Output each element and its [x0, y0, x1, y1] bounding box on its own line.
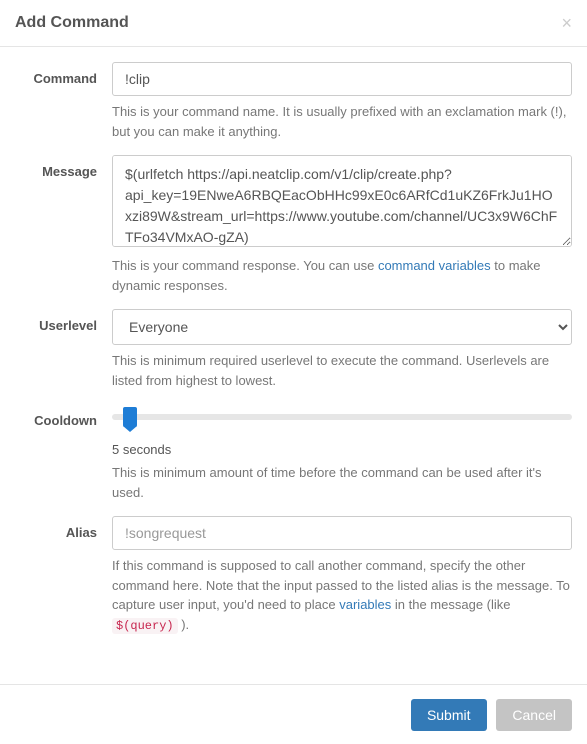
- cooldown-slider[interactable]: [112, 404, 572, 428]
- message-label: Message: [15, 155, 112, 295]
- command-variables-link[interactable]: command variables: [378, 258, 491, 273]
- message-row: Message $(urlfetch https://api.neatclip.…: [15, 155, 572, 295]
- alias-row: Alias If this command is supposed to cal…: [15, 516, 572, 635]
- command-help: This is your command name. It is usually…: [112, 102, 572, 141]
- command-row: Command This is your command name. It is…: [15, 62, 572, 141]
- close-icon[interactable]: ×: [561, 14, 572, 32]
- modal-title: Add Command: [15, 14, 129, 32]
- alias-help: If this command is supposed to call anot…: [112, 556, 572, 635]
- message-help: This is your command response. You can u…: [112, 256, 572, 295]
- modal-body: Command This is your command name. It is…: [0, 47, 587, 664]
- modal-header: Add Command ×: [0, 0, 587, 47]
- userlevel-label: Userlevel: [15, 309, 112, 390]
- slider-thumb[interactable]: [123, 407, 137, 427]
- submit-button[interactable]: Submit: [411, 699, 487, 731]
- userlevel-row: Userlevel Everyone This is minimum requi…: [15, 309, 572, 390]
- alias-label: Alias: [15, 516, 112, 635]
- userlevel-select[interactable]: Everyone: [112, 309, 572, 345]
- cooldown-help: This is minimum amount of time before th…: [112, 463, 572, 502]
- cooldown-row: Cooldown 5 seconds This is minimum amoun…: [15, 404, 572, 502]
- command-input[interactable]: [112, 62, 572, 96]
- modal-footer: Submit Cancel: [0, 684, 587, 744]
- cancel-button[interactable]: Cancel: [496, 699, 572, 731]
- command-label: Command: [15, 62, 112, 141]
- cooldown-label: Cooldown: [15, 404, 112, 502]
- variables-link[interactable]: variables: [339, 597, 391, 612]
- userlevel-help: This is minimum required userlevel to ex…: [112, 351, 572, 390]
- query-code: $(query): [112, 618, 178, 634]
- cooldown-value: 5 seconds: [112, 442, 572, 457]
- alias-input[interactable]: [112, 516, 572, 550]
- message-input[interactable]: $(urlfetch https://api.neatclip.com/v1/c…: [112, 155, 572, 247]
